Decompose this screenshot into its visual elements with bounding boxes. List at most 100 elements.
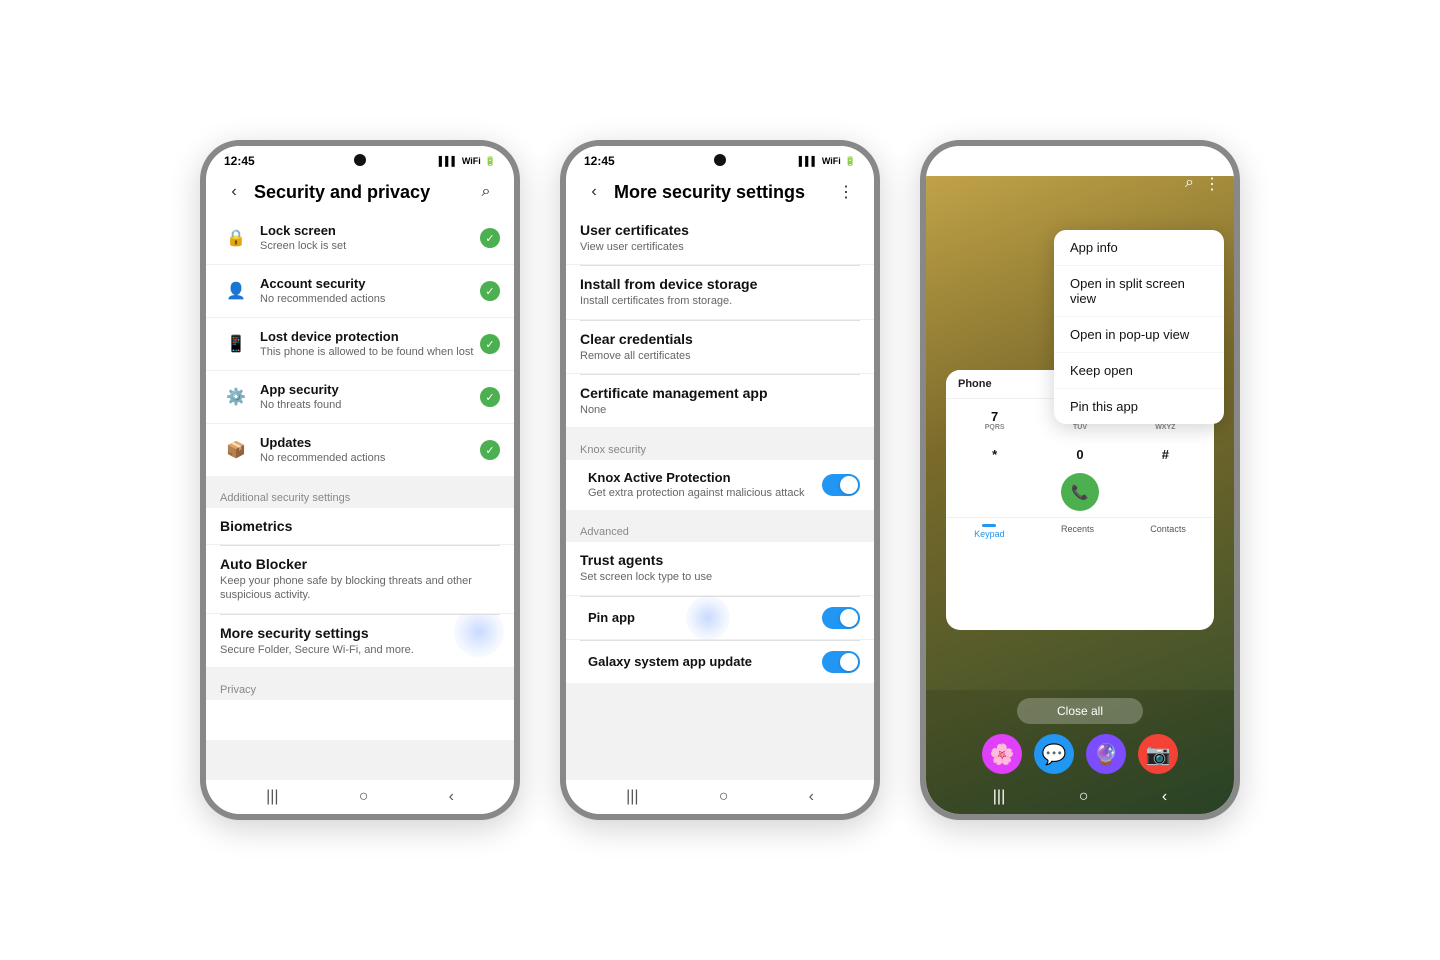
galaxy-update-toggle[interactable] (822, 651, 860, 673)
p2-home-button[interactable]: ○ (719, 788, 729, 806)
phone1-bottom-nav: ||| ○ ‹ (206, 780, 514, 814)
user-certs-item[interactable]: User certificates View user certificates (566, 212, 874, 265)
signal-icon: ▌▌▌ (439, 156, 458, 166)
account-security-title: Account security (260, 276, 480, 291)
lost-device-item[interactable]: 📱 Lost device protection This phone is a… (206, 318, 514, 371)
dialer-key-0[interactable]: 0 (1058, 439, 1102, 469)
dialer-tab-keypad[interactable]: Keypad (968, 522, 1011, 541)
app-security-icon: ⚙️ (220, 381, 252, 413)
lost-device-check: ✓ (480, 334, 500, 354)
lock-screen-title: Lock screen (260, 223, 480, 238)
phone3-status-icons: ▌▌▌ WiFi 🔋 (1150, 156, 1216, 167)
user-certs-title: User certificates (580, 222, 860, 238)
app-security-check: ✓ (480, 387, 500, 407)
phone3-bottom-dock: Close all 🌸 💬 🔮 📷 ||| ○ ‹ (926, 690, 1234, 814)
p2-page-title: More security settings (614, 182, 832, 203)
phone2-camera (714, 154, 726, 166)
dock-app-recorder[interactable]: 📷 (1138, 734, 1178, 774)
updates-subtitle: No recommended actions (260, 451, 480, 465)
recents-area[interactable]: App info Open in split screen view Open … (926, 200, 1234, 690)
phone1-content[interactable]: 🔒 Lock screen Screen lock is set ✓ 👤 Acc… (206, 212, 514, 780)
p2-more-button[interactable]: ⋮ (832, 178, 860, 206)
cert-mgmt-item[interactable]: Certificate management app None (566, 375, 874, 428)
dialer-tab-contacts[interactable]: Contacts (1144, 522, 1192, 541)
ctx-keep-open[interactable]: Keep open (1054, 353, 1224, 389)
dock-app-flower[interactable]: 🌸 (982, 734, 1022, 774)
trust-agents-item[interactable]: Trust agents Set screen lock type to use (566, 542, 874, 595)
auto-blocker-item[interactable]: Auto Blocker Keep your phone safe by blo… (206, 546, 514, 614)
p2-back-button[interactable]: ‹ (580, 178, 608, 206)
phone3-screen: 12:45 ▌▌▌ WiFi 🔋 ⌕ ⋮ App info Open in sp… (926, 146, 1234, 814)
additional-section-label: Additional security settings (206, 484, 514, 508)
dialer-key-7[interactable]: 7PQRS (973, 405, 1017, 435)
lock-screen-item[interactable]: 🔒 Lock screen Screen lock is set ✓ (206, 212, 514, 265)
p2-wifi-icon: WiFi (822, 156, 841, 166)
dock-icons: 🌸 💬 🔮 📷 (982, 730, 1178, 778)
install-storage-item[interactable]: Install from device storage Install cert… (566, 266, 874, 319)
account-icon: 👤 (220, 275, 252, 307)
account-security-subtitle: No recommended actions (260, 292, 480, 306)
phone2-status-icons: ▌▌▌ WiFi 🔋 (799, 156, 856, 167)
phone-1: 12:45 ▌▌▌ WiFi 🔋 ‹ Security and privacy … (200, 140, 520, 820)
dialer-tab-recents[interactable]: Recents (1055, 522, 1100, 541)
p3-home-button[interactable]: ○ (1079, 788, 1089, 806)
knox-protection-toggle[interactable] (822, 474, 860, 496)
lost-device-subtitle: This phone is allowed to be found when l… (260, 345, 480, 359)
dock-app-browser[interactable]: 🔮 (1086, 734, 1126, 774)
close-all-button[interactable]: Close all (1017, 698, 1143, 724)
p2-battery-icon: 🔋 (845, 156, 856, 167)
lock-screen-check: ✓ (480, 228, 500, 248)
knox-protection-text: Knox Active Protection Get extra protect… (588, 470, 822, 500)
p3-back-nav-button[interactable]: ‹ (1162, 788, 1167, 806)
p3-search-button[interactable]: ⌕ (1185, 174, 1194, 194)
galaxy-update-item[interactable]: Galaxy system app update (566, 641, 874, 683)
clear-credentials-subtitle: Remove all certificates (580, 349, 860, 363)
galaxy-update-title: Galaxy system app update (588, 654, 822, 669)
recent-apps-button[interactable]: ||| (266, 788, 278, 806)
pin-app-toggle[interactable] (822, 607, 860, 629)
back-button[interactable]: ‹ (220, 178, 248, 206)
pin-app-item[interactable]: Pin app (566, 597, 874, 640)
home-button[interactable]: ○ (359, 788, 369, 806)
clear-credentials-item[interactable]: Clear credentials Remove all certificate… (566, 321, 874, 374)
ctx-pin-app[interactable]: Pin this app (1054, 389, 1224, 424)
account-security-item[interactable]: 👤 Account security No recommended action… (206, 265, 514, 318)
p2-back-nav-button[interactable]: ‹ (809, 788, 814, 806)
ctx-app-info[interactable]: App info (1054, 230, 1224, 266)
knox-section-label: Knox security (566, 436, 874, 460)
p3-recent-apps-button[interactable]: ||| (993, 788, 1005, 806)
lock-screen-text: Lock screen Screen lock is set (260, 223, 480, 253)
knox-protection-item[interactable]: Knox Active Protection Get extra protect… (566, 460, 874, 510)
app-security-item[interactable]: ⚙️ App security No threats found ✓ (206, 371, 514, 424)
call-button[interactable]: 📞 (1061, 473, 1099, 511)
phone2-app-bar: ‹ More security settings ⋮ (566, 172, 874, 212)
biometrics-item[interactable]: Biometrics (206, 508, 514, 545)
more-security-item[interactable]: More security settings Secure Folder, Se… (206, 615, 514, 668)
search-button[interactable]: ⌕ (472, 178, 500, 206)
p3-signal-icon: ▌▌▌ (1150, 156, 1171, 167)
trust-agents-title: Trust agents (580, 552, 860, 568)
knox-group: Knox Active Protection Get extra protect… (566, 460, 874, 510)
ctx-split-screen[interactable]: Open in split screen view (1054, 266, 1224, 317)
keypad-active-indicator (982, 524, 996, 527)
ctx-popup-view[interactable]: Open in pop-up view (1054, 317, 1224, 353)
dialer-tabs: Keypad Recents Contacts (946, 517, 1214, 545)
dialer-row-2: * 0 # (952, 439, 1208, 469)
p2-recent-apps-button[interactable]: ||| (626, 788, 638, 806)
cert-mgmt-title: Certificate management app (580, 385, 860, 401)
auto-blocker-title: Auto Blocker (220, 556, 500, 572)
p3-more-button[interactable]: ⋮ (1204, 174, 1220, 194)
phone-2: 12:45 ▌▌▌ WiFi 🔋 ‹ More security setting… (560, 140, 880, 820)
account-security-check: ✓ (480, 281, 500, 301)
battery-icon: 🔋 (485, 156, 496, 167)
dock-app-messages[interactable]: 💬 (1034, 734, 1074, 774)
dialer-key-star[interactable]: * (973, 439, 1017, 469)
auto-blocker-subtitle: Keep your phone safe by blocking threats… (220, 574, 500, 603)
dialer-key-hash[interactable]: # (1143, 439, 1187, 469)
lock-screen-subtitle: Screen lock is set (260, 239, 480, 253)
phone1-status-icons: ▌▌▌ WiFi 🔋 (439, 156, 496, 167)
security-items-group: 🔒 Lock screen Screen lock is set ✓ 👤 Acc… (206, 212, 514, 476)
phone2-content[interactable]: User certificates View user certificates… (566, 212, 874, 780)
back-nav-button[interactable]: ‹ (449, 788, 454, 806)
updates-item[interactable]: 📦 Updates No recommended actions ✓ (206, 424, 514, 476)
